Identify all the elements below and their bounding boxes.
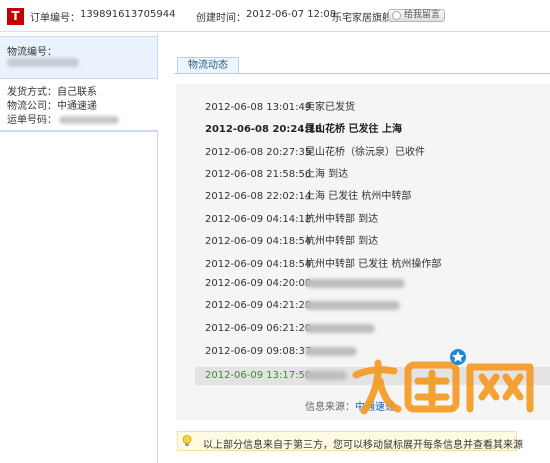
logistics-number-box: 物流编号： xyxy=(0,36,158,79)
tracking-text: 杭州中转部 到达 xyxy=(305,236,379,247)
tracking-time: 2012-06-08 20:27:35 xyxy=(205,147,312,158)
created-time: 2012-06-07 12:08 xyxy=(246,9,337,20)
tracking-time: 2012-06-08 21:58:56 xyxy=(205,169,312,180)
tracking-row: 2012-06-09 04:18:54杭州中转部 到达 xyxy=(205,232,379,247)
tab-logistics-updates[interactable]: 物流动态 xyxy=(177,57,239,74)
tracking-time: 2012-06-09 04:21:28 xyxy=(205,300,312,311)
tracking-time: 2012-06-09 13:17:50 xyxy=(205,370,312,381)
tracking-row: 2012-06-08 20:27:35昆山花桥（徐沅泉）已收件 xyxy=(205,143,425,158)
tracking-text: 昆山花桥 已发往 上海 xyxy=(305,124,402,135)
tracking-text: 上海 已发往 杭州中转部 xyxy=(305,191,412,202)
tmall-logo-icon: T xyxy=(7,8,24,25)
leave-message-label: 给我留言 xyxy=(404,10,441,20)
third-party-notice: 以上部分信息来自于第三方，您可以移动鼠标展开每条信息并查看其来源 xyxy=(177,431,523,451)
notice-text: 以上部分信息来自于第三方，您可以移动鼠标展开每条信息并查看其来源 xyxy=(203,440,523,451)
logistics-number-blurred xyxy=(7,58,79,67)
taowang-watermark-logo: 淘网 xyxy=(352,349,534,420)
tracking-row: 2012-06-09 04:20:08 xyxy=(205,278,405,292)
tracking-row: 2012-06-08 22:02:14上海 已发往 杭州中转部 xyxy=(205,187,412,202)
tracking-time: 2012-06-09 06:21:20 xyxy=(205,323,312,334)
logistics-company: 物流公司：中通速递 xyxy=(7,101,97,112)
tracking-time: 2012-06-08 13:01:49 xyxy=(205,102,312,113)
waybill-row: 运单号码： xyxy=(7,111,119,126)
tracking-row: 2012-06-08 20:24:18昆山花桥 已发往 上海 xyxy=(205,120,402,135)
tracking-time: 2012-06-09 04:20:08 xyxy=(205,278,312,289)
created-time-label: 创建时间： xyxy=(196,13,246,24)
logistics-number-label: 物流编号： xyxy=(7,47,57,58)
tracking-text: 昆山花桥（徐沅泉）已收件 xyxy=(305,147,425,158)
tracking-text: 杭州中转部 已发往 杭州操作部 xyxy=(305,259,442,270)
order-number-label: 订单编号： xyxy=(30,13,80,24)
tracking-row: 2012-06-08 13:01:49卖家已发货 xyxy=(205,98,355,113)
tracking-row-latest: 2012-06-09 13:17:50 xyxy=(205,370,347,384)
shipping-details: 发货方式：自己联系 物流公司：中通速递 运单号码： xyxy=(0,80,158,132)
tracking-text: 卖家已发货 xyxy=(305,102,355,113)
tracking-text-blurred xyxy=(305,323,375,333)
tracking-row: 2012-06-09 06:21:20 xyxy=(205,323,375,337)
tracking-time: 2012-06-09 04:18:54 xyxy=(205,259,312,270)
message-icon xyxy=(392,11,401,20)
logistics-info-panel: 物流编号： 发货方式：自己联系 物流公司：中通速递 运单号码： xyxy=(0,33,158,463)
tracking-time: 2012-06-09 04:18:54 xyxy=(205,236,312,247)
tracking-text: 杭州中转部 到达 xyxy=(305,214,379,225)
waybill-label: 运单号码： xyxy=(7,115,57,126)
tracking-row: 2012-06-08 21:58:56上海 到达 xyxy=(205,165,349,180)
order-number: 139891613705944 xyxy=(80,9,176,20)
lightbulb-icon xyxy=(182,435,192,446)
tracking-row: 2012-06-09 04:18:54杭州中转部 已发往 杭州操作部 xyxy=(205,255,442,270)
tracking-row: 2012-06-09 04:14:12杭州中转部 到达 xyxy=(205,210,379,225)
tracking-row: 2012-06-09 09:08:37 xyxy=(205,346,357,360)
ship-method: 发货方式：自己联系 xyxy=(7,87,97,98)
order-header: T 订单编号： 139891613705944 创建时间： 2012-06-07… xyxy=(0,0,550,32)
info-source-label: 信息来源： xyxy=(305,402,355,413)
tracking-time: 2012-06-08 20:24:18 xyxy=(205,124,323,135)
tracking-text: 上海 到达 xyxy=(305,169,349,180)
tracking-time: 2012-06-09 09:08:37 xyxy=(205,346,312,357)
tracking-text-blurred xyxy=(305,370,347,380)
tracking-text-blurred xyxy=(305,300,400,310)
tracking-row: 2012-06-09 04:21:28 xyxy=(205,300,400,314)
leave-message-button[interactable]: 给我留言 xyxy=(388,9,446,22)
watermark-text: 淘网 xyxy=(445,417,447,420)
waybill-number-blurred xyxy=(59,116,119,124)
tracking-time: 2012-06-09 04:14:12 xyxy=(205,214,312,225)
next-section-heading xyxy=(177,456,180,463)
tracking-text-blurred xyxy=(305,278,405,288)
tab-divider xyxy=(174,73,550,74)
tracking-time: 2012-06-08 22:02:14 xyxy=(205,191,312,202)
